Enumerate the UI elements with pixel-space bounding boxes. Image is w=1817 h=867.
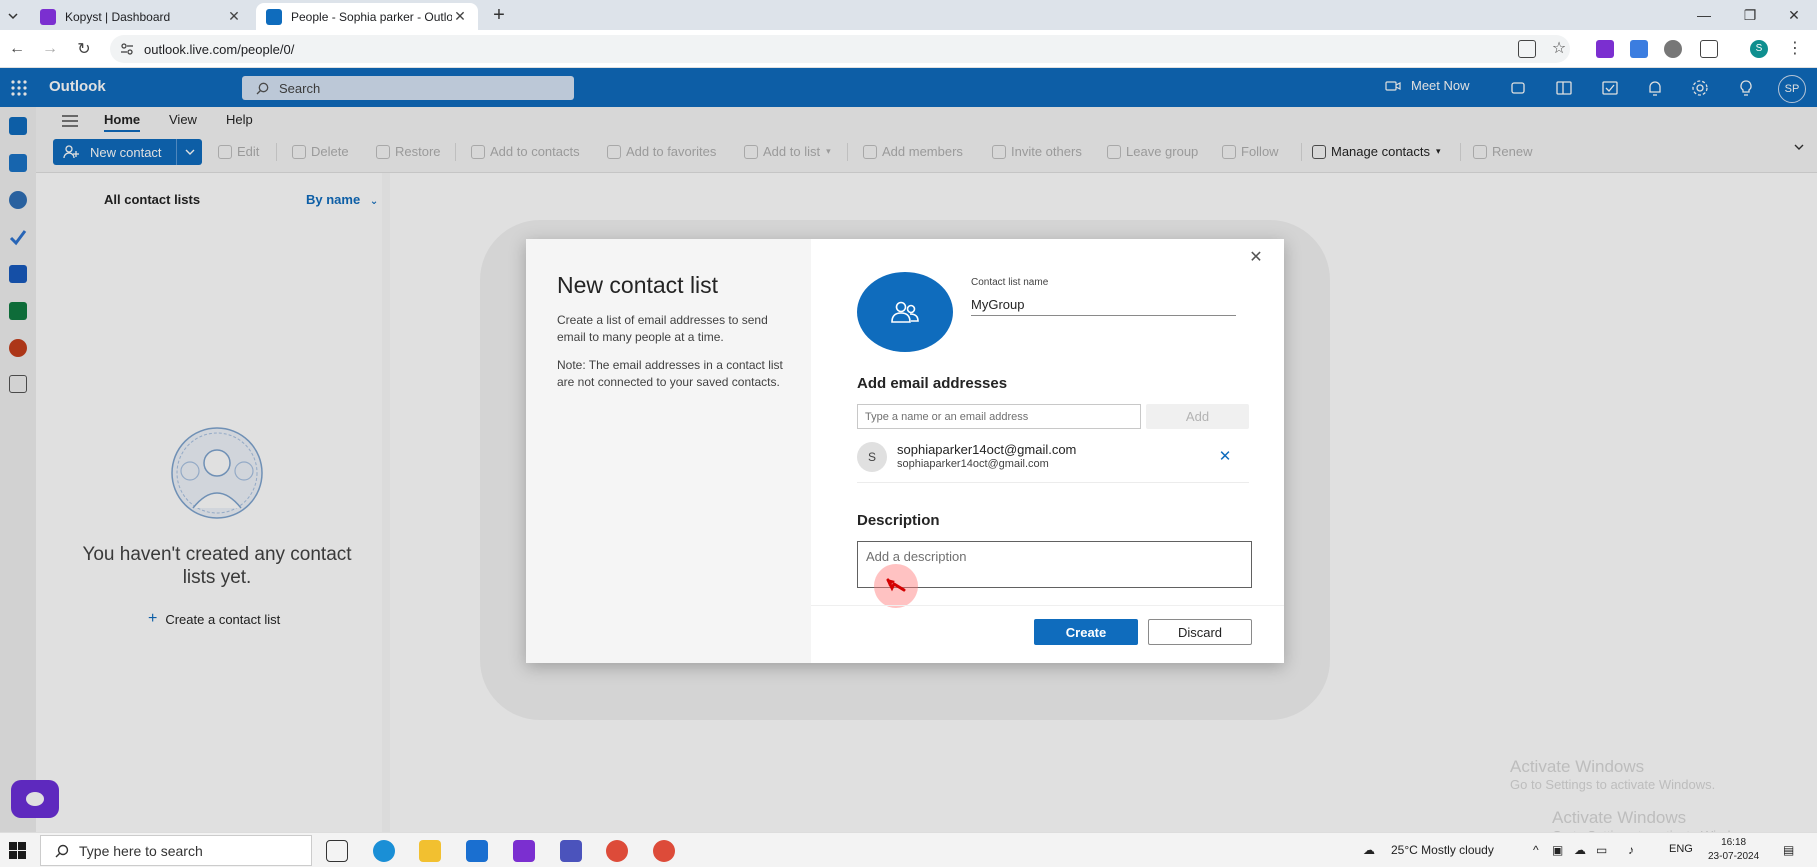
system-tray-icon[interactable]: ▣ [1552,843,1563,857]
url-text: outlook.live.com/people/0/ [144,41,295,57]
taskbar-search[interactable]: Type here to search [40,835,312,866]
system-clock[interactable]: 16:18 23-07-2024 [1708,836,1759,864]
group-avatar[interactable] [857,272,953,352]
minimize-icon[interactable]: — [1681,0,1727,30]
tab-close-icon[interactable]: ✕ [226,8,242,25]
chrome-icon[interactable] [606,840,628,862]
weather-icon[interactable]: ☁ [1363,843,1375,857]
onedrive-cloud-icon[interactable]: ☁ [1574,843,1586,857]
forward-arrow-icon[interactable]: → [40,39,60,59]
tab-search-chevron-icon[interactable] [4,7,22,25]
dialog-description: Create a list of email addresses to send… [557,313,768,344]
site-info-icon[interactable] [120,42,134,56]
click-indicator [874,564,918,608]
notification-center-icon[interactable]: ▤ [1783,843,1794,857]
add-email-button[interactable]: Add [1146,404,1249,429]
edge-browser-icon[interactable] [373,840,395,862]
browser-tab-kopyst[interactable]: Kopyst | Dashboard ✕ [30,3,252,30]
language-indicator[interactable]: ENG [1669,843,1693,855]
member-name: sophiaparker14oct@gmail.com [897,442,1077,457]
activate-windows-subtext: Go to Settings to activate Windows. [1510,777,1716,792]
add-email-heading: Add email addresses [857,375,1008,392]
email-address-input[interactable] [857,404,1141,429]
weather-text[interactable]: 25°C Mostly cloudy [1391,843,1494,857]
outlook-favicon-icon [266,8,282,25]
network-icon[interactable]: ▭ [1596,843,1607,857]
kopyst-extension-icon[interactable] [1596,40,1614,58]
new-tab-plus-icon[interactable]: + [488,4,510,27]
description-heading: Description [857,512,940,529]
member-email: sophiaparker14oct@gmail.com [897,458,1049,470]
browser-menu-icon[interactable]: ⋮ [1786,40,1804,58]
address-bar[interactable]: outlook.live.com/people/0/ [110,35,1570,63]
chrome-profile-icon[interactable] [653,840,675,862]
remove-member-icon[interactable]: ✕ [1217,448,1233,465]
tab-title: Kopyst | Dashboard [65,9,171,24]
show-hidden-icons-chevron-icon[interactable]: ^ [1533,843,1539,857]
dialog-note: Note: The email addresses in a contact l… [557,358,783,389]
dialog-title: New contact list [557,272,719,298]
dialog-info-panel: New contact list Create a list of email … [526,239,811,663]
extension-icon[interactable] [1664,40,1682,58]
browser-tab-outlook[interactable]: People - Sophia parker - Outloo ✕ [256,3,478,30]
dialog-close-icon[interactable]: ✕ [1248,249,1264,266]
group-people-icon [889,300,921,324]
member-avatar: S [857,442,887,472]
extensions-puzzle-icon[interactable] [1700,40,1718,58]
install-app-icon[interactable] [1518,40,1536,58]
mail-app-icon[interactable] [466,840,488,862]
extension-icon[interactable] [1630,40,1648,58]
browser-tab-bar: Kopyst | Dashboard ✕ People - Sophia par… [0,0,1817,30]
clock-time: 16:18 [1721,837,1747,848]
tab-title: People - Sophia parker - Outloo [291,9,452,24]
volume-speaker-icon[interactable]: ♪ [1628,843,1634,857]
activate-windows-watermark: Activate Windows [1552,808,1687,827]
contact-list-name-input[interactable] [971,294,1236,316]
discard-button[interactable]: Discard [1148,619,1252,645]
file-explorer-icon[interactable] [419,840,441,862]
activate-windows-watermark: Activate Windows [1510,757,1645,776]
window-close-icon[interactable]: ✕ [1771,0,1817,30]
profile-avatar[interactable]: S [1750,40,1768,58]
task-view-icon[interactable] [326,840,348,862]
tab-close-icon[interactable]: ✕ [452,8,468,25]
restore-icon[interactable]: ❐ [1727,0,1773,30]
member-list-item: S sophiaparker14oct@gmail.com sophiapark… [857,439,1249,483]
kopyst-app-icon[interactable] [513,840,535,862]
back-arrow-icon[interactable]: ← [7,39,27,59]
clock-date: 23-07-2024 [1708,851,1760,862]
create-button[interactable]: Create [1034,619,1138,645]
teams-app-icon[interactable] [560,840,582,862]
reload-icon[interactable]: ↻ [74,39,94,59]
taskbar-search-placeholder: Type here to search [79,842,203,859]
dialog-footer-divider [811,605,1284,606]
search-icon [55,844,69,858]
bookmark-star-icon[interactable]: ☆ [1550,40,1568,58]
windows-start-icon[interactable] [9,842,26,859]
browser-toolbar: ← → ↻ outlook.live.com/people/0/ ☆ S ⋮ [0,30,1817,68]
new-contact-list-dialog: New contact list Create a list of email … [526,239,1284,663]
kopyst-favicon-icon [40,8,56,25]
windows-taskbar: Type here to search ☁ 25°C Mostly cloudy… [0,832,1817,867]
contact-list-name-label: Contact list name [971,277,1049,288]
